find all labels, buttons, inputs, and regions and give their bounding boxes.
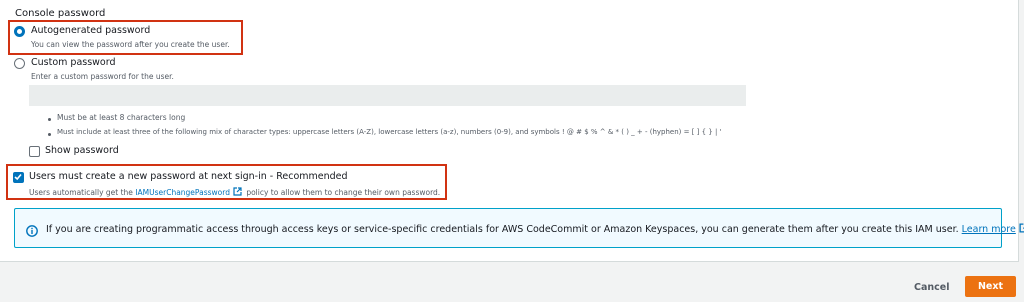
show-password-label[interactable]: Show password (45, 145, 119, 156)
checkmark-icon (14, 173, 22, 181)
external-link-icon[interactable] (233, 187, 242, 198)
require-reset-description: Users automatically get the IAMUserChang… (29, 187, 440, 198)
custom-password-description: Enter a custom password for the user. (31, 72, 174, 81)
console-password-panel: Console password Autogenerated password … (0, 0, 1024, 262)
custom-password-input[interactable] (29, 85, 746, 106)
rule-bullet (48, 118, 51, 121)
autogenerated-label[interactable]: Autogenerated password (31, 25, 150, 36)
require-reset-suffix: policy to allow them to change their own… (243, 188, 441, 197)
info-alert: If you are creating programmatic access … (14, 208, 1024, 248)
cancel-button[interactable]: Cancel (914, 282, 949, 293)
info-icon (26, 222, 38, 241)
require-reset-label[interactable]: Users must create a new password at next… (29, 171, 348, 182)
custom-password-label[interactable]: Custom password (31, 57, 116, 68)
learn-more-link[interactable]: Learn more (962, 224, 1016, 235)
external-link-icon[interactable] (1019, 223, 1024, 236)
autogenerated-radio[interactable] (14, 26, 25, 37)
require-reset-checkbox[interactable] (13, 172, 24, 183)
iam-policy-link[interactable]: IAMUserChangePassword (135, 188, 230, 197)
require-reset-prefix: Users automatically get the (29, 188, 136, 197)
custom-password-radio[interactable] (14, 58, 25, 69)
section-label: Console password (15, 8, 106, 19)
info-text: If you are creating programmatic access … (46, 224, 959, 235)
rule-bullet (48, 133, 51, 136)
show-password-checkbox[interactable] (29, 146, 40, 157)
next-button[interactable]: Next (965, 276, 1016, 297)
password-rule-mix: Must include at least three of the follo… (57, 128, 722, 136)
autogenerated-description: You can view the password after you crea… (31, 40, 230, 49)
password-rule-length: Must be at least 8 characters long (57, 113, 186, 122)
info-message: If you are creating programmatic access … (46, 223, 1024, 236)
